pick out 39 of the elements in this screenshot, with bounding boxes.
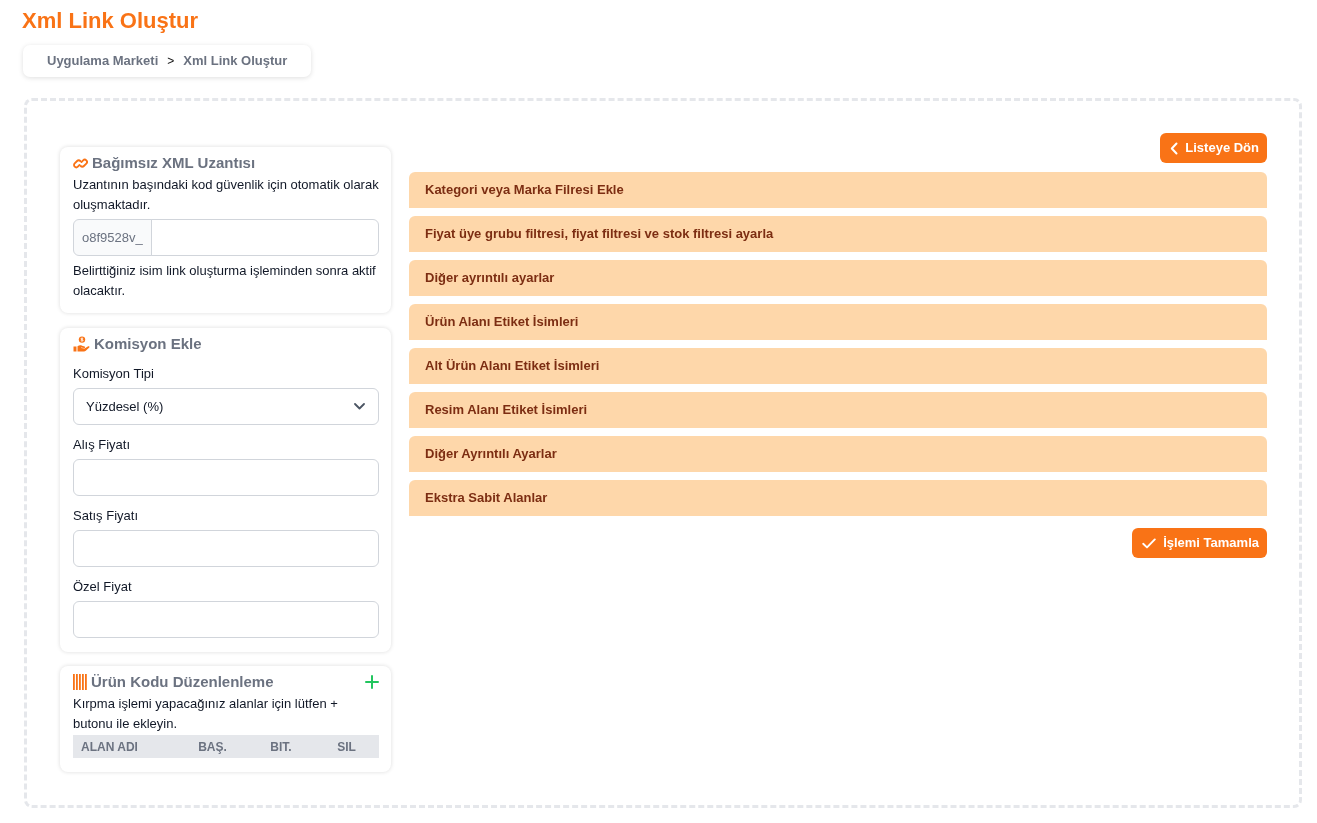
hint-text: Belirttiğiniz isim link oluşturma işleminden sonra aktif olacaktır. (73, 262, 377, 300)
field-label: Satış Fiyatı (73, 507, 140, 525)
field-label: Komisyon Tipi (73, 365, 155, 383)
description-text: Uzantının başındaki kod güvenlik için otomatik olarak oluşmaktadır. (73, 176, 379, 214)
card-title: Bağımsız XML Uzantısı (92, 153, 256, 173)
column-header: ALAN ADI (81, 739, 138, 754)
caret-icon (354, 403, 365, 410)
add-button[interactable] (365, 675, 379, 689)
input-field[interactable] (150, 219, 379, 256)
breadcrumb-link[interactable]: Uygulama Marketi (47, 51, 159, 71)
page-title: Xml Link Oluştur (22, 8, 200, 34)
breadcrumb-separator: > (167, 53, 175, 70)
dropdown-field[interactable]: Yüzdesel (%) (73, 388, 379, 425)
column-header: BAŞ. (198, 739, 227, 754)
accordion-header[interactable]: Kategori veya Marka Filresi Ekle (409, 172, 1267, 208)
check-icon (1142, 537, 1157, 549)
accordion-header[interactable]: Fiyat üye grubu filtresi, fiyat filtresi ve stok filtresi ayarla (409, 216, 1267, 252)
column-header: SIL (337, 739, 356, 754)
prefix-label: o8f9528v_ (73, 219, 152, 256)
accordion-header[interactable]: Diğer Ayrıntılı Ayarlar (409, 436, 1267, 472)
input-field[interactable] (73, 601, 379, 638)
accordion-header[interactable]: Ürün Alanı Etiket İsimleri (409, 304, 1267, 340)
card-title: Ürün Kodu Düzenlenleme (91, 672, 274, 692)
plus-icon (365, 675, 379, 689)
input-field[interactable] (73, 530, 379, 567)
breadcrumb-current: Xml Link Oluştur (183, 52, 288, 71)
accordion-header[interactable]: Resim Alanı Etiket İsimleri (409, 392, 1267, 428)
description-text: Kırpma işlemi yapacağınız alanlar için lütfen + butonu ile ekleyin. (73, 695, 339, 733)
column-header: BIT. (270, 739, 292, 754)
chevron-left-icon (1170, 141, 1179, 155)
accordion-header[interactable]: Alt Ürün Alanı Etiket İsimleri (409, 348, 1267, 384)
input-field[interactable] (73, 459, 379, 496)
barcode-icon (73, 674, 87, 690)
accordion-header[interactable]: Ekstra Sabit Alanlar (409, 480, 1267, 516)
field-label: Özel Fiyat (73, 578, 133, 596)
accordion-header[interactable]: Diğer ayrıntılı ayarlar (409, 260, 1267, 296)
field-label: Alış Fiyatı (73, 436, 132, 454)
hand-coin-icon (73, 336, 90, 352)
card-title: Komisyon Ekle (94, 334, 202, 354)
